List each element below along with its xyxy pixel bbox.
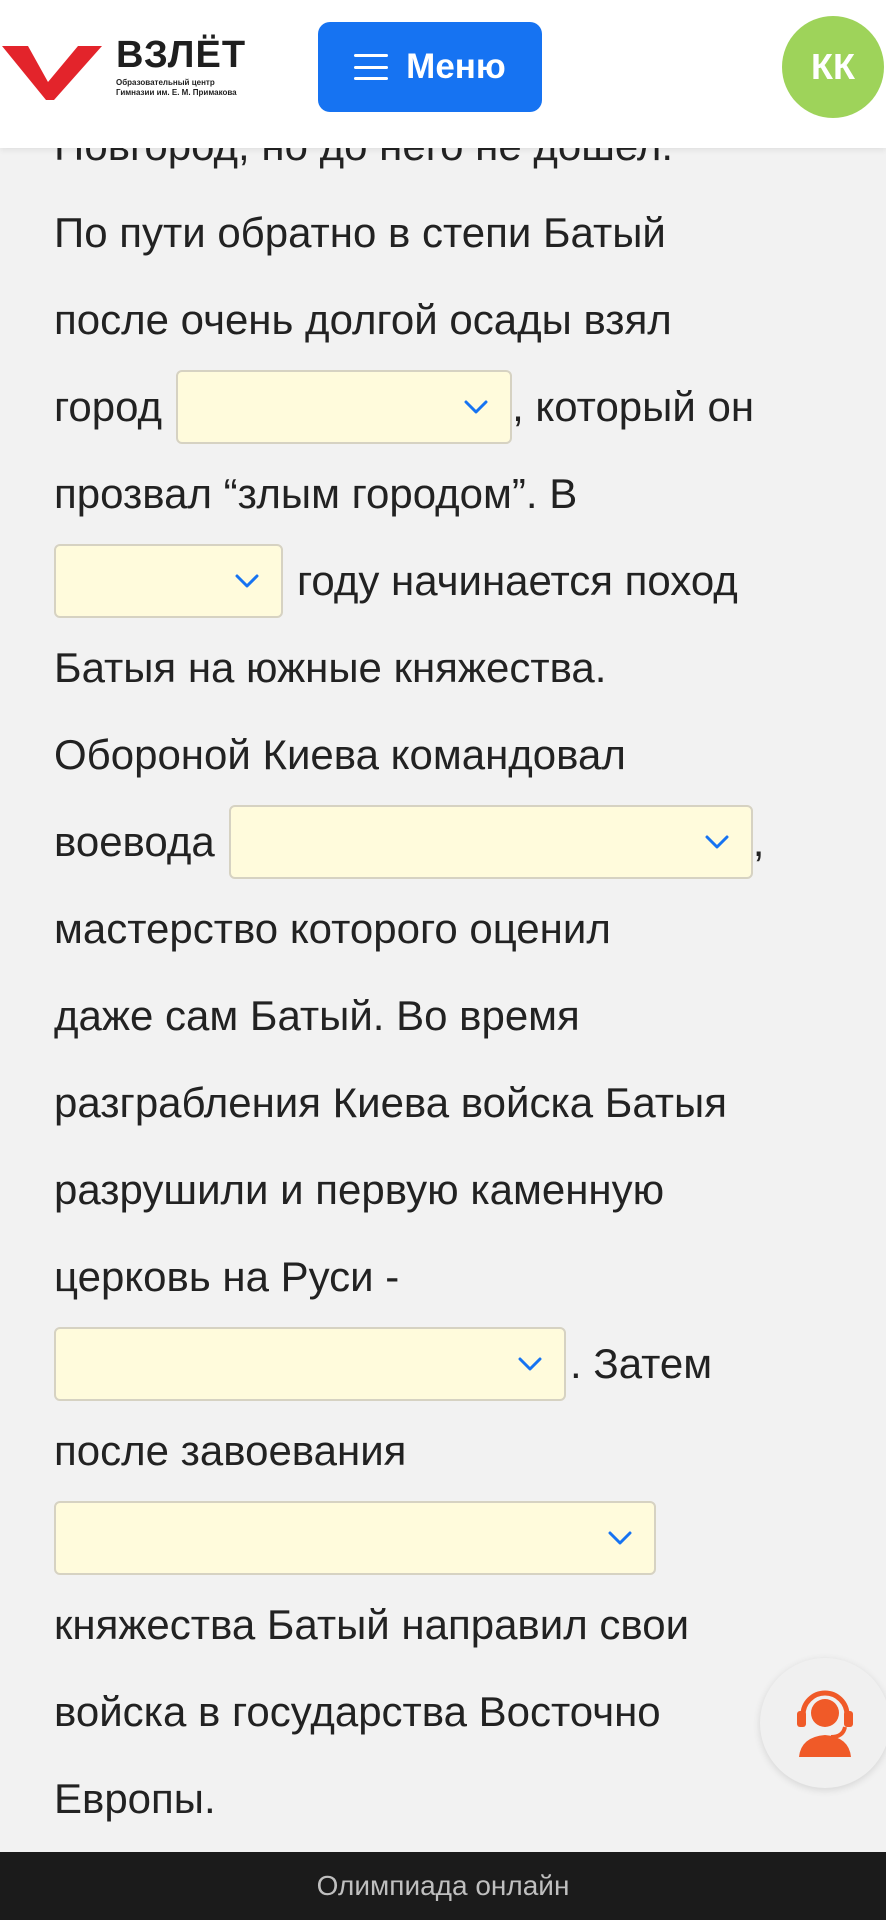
text-segment: . Затем [570, 1340, 713, 1387]
principality-select[interactable] [54, 1500, 656, 1575]
text-segment: прозвал “злым городом”. В [54, 470, 578, 517]
logo-v-mark-icon [2, 46, 102, 100]
text-segment: По пути обратно в степи Батый [54, 209, 666, 256]
text-line: Европы. [54, 1755, 854, 1842]
text-line: Обороной Киева командовал [54, 711, 854, 798]
chevron-down-icon [464, 400, 488, 413]
text-segment: разрушили и первую каменную [54, 1166, 665, 1213]
chevron-down-icon [705, 835, 729, 848]
support-chat-button[interactable] [760, 1658, 886, 1788]
text-segment: Европы. [54, 1775, 216, 1822]
menu-label: Меню [406, 47, 506, 86]
text-segment: княжества Батый направил свои [54, 1601, 690, 1648]
church-select[interactable] [54, 1326, 566, 1401]
text-segment: мастерство которого оценил [54, 905, 611, 952]
text-line: году начинается поход [54, 537, 854, 624]
text-line: Батыя на южные княжества. [54, 624, 854, 711]
text-segment: воевода [54, 818, 215, 865]
text-line: воевода , [54, 798, 854, 885]
avatar[interactable]: КК [782, 16, 884, 118]
text-segment: разграбления Киева войска Батыя [54, 1079, 727, 1126]
city-select[interactable] [176, 369, 513, 444]
footer-label[interactable]: Олимпиада онлайн [317, 1870, 570, 1902]
chevron-down-icon [608, 1531, 632, 1544]
text-segment: , который он [512, 383, 755, 430]
text-line: войска в государства Восточно [54, 1668, 854, 1755]
text-segment: году начинается поход [297, 557, 738, 604]
text-line: церковь на Руси - [54, 1233, 854, 1320]
logo-title: ВЗЛЁТ [116, 34, 247, 76]
page: ВЗЛЁТ Образовательный центр Гимназии им.… [0, 0, 886, 1920]
text-segment: , [752, 818, 765, 865]
text-line: после завоевания [54, 1407, 854, 1494]
logo-subtitle-line: Гимназии им. Е. М. Примакова [116, 88, 237, 97]
text-segment: войска в государства Восточно [54, 1688, 661, 1735]
text-line: прозвал “злым городом”. В [54, 450, 854, 537]
text-segment: церковь на Руси - [54, 1253, 400, 1300]
menu-button[interactable]: Меню [318, 22, 542, 112]
chevron-down-icon [518, 1357, 542, 1370]
text-segment: даже сам Батый. Во время [54, 992, 580, 1039]
text-line: мастерство которого оценил [54, 885, 854, 972]
text-segment: Обороной Киева командовал [54, 731, 626, 778]
text-line: город , который он [54, 363, 854, 450]
support-agent-icon [797, 1690, 853, 1757]
exercise-text: Новгород, но до него не дошел. По пути о… [54, 102, 854, 1842]
text-line [54, 1494, 854, 1581]
text-line: после очень долгой осады взял [54, 276, 854, 363]
text-line: княжества Батый направил свои [54, 1581, 854, 1668]
voivode-select[interactable] [228, 804, 753, 879]
text-segment: после завоевания [54, 1427, 407, 1474]
text-line: . Затем [54, 1320, 854, 1407]
logo-subtitle: Образовательный центр Гимназии им. Е. М.… [116, 78, 276, 98]
logo-subtitle-line: Образовательный центр [116, 78, 215, 87]
text-line: разрушили и первую каменную [54, 1146, 854, 1233]
text-segment: после очень долгой осады взял [54, 296, 672, 343]
year-select[interactable] [54, 543, 283, 618]
hamburger-icon [354, 54, 389, 80]
header: ВЗЛЁТ Образовательный центр Гимназии им.… [0, 0, 886, 148]
chevron-down-icon [235, 574, 259, 587]
text-line: По пути обратно в степи Батый [54, 189, 854, 276]
text-line: разграбления Киева войска Батыя [54, 1059, 854, 1146]
text-segment: Батыя на южные княжества. [54, 644, 607, 691]
footer: Олимпиада онлайн [0, 1852, 886, 1920]
text-segment: город [54, 383, 163, 430]
logo[interactable]: ВЗЛЁТ Образовательный центр Гимназии им.… [0, 34, 270, 106]
text-line: даже сам Батый. Во время [54, 972, 854, 1059]
